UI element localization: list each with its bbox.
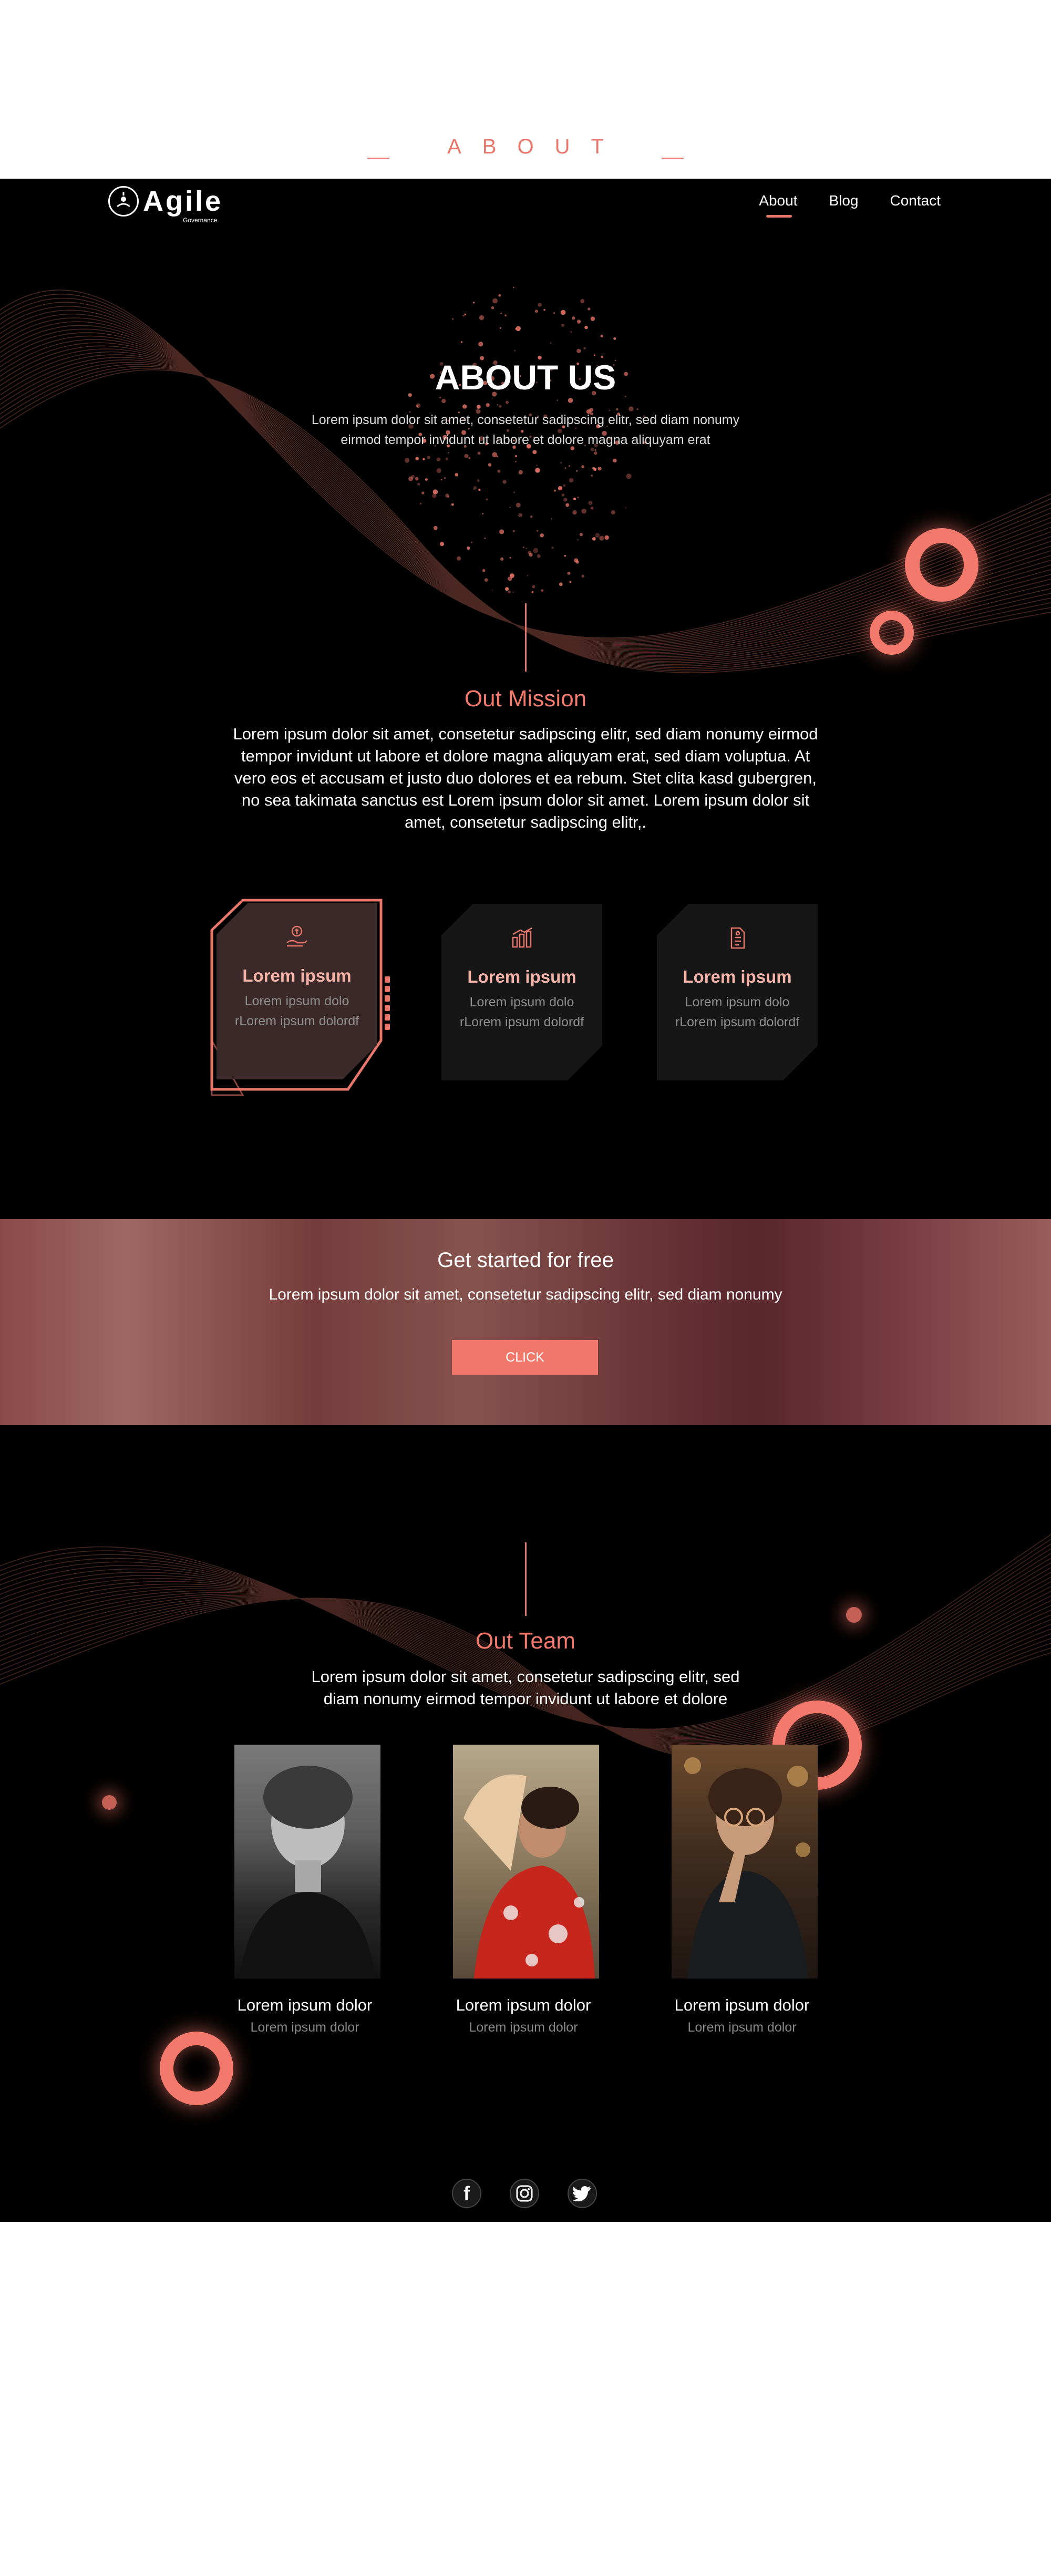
glow-dot-decoration <box>846 1607 862 1623</box>
hero-text: Lorem ipsum dolor sit amet, consetetur s… <box>311 413 740 447</box>
card-title: Lorem ipsum <box>683 967 792 986</box>
divider-line <box>525 603 527 672</box>
hero-title: ABOUT US <box>435 358 616 397</box>
feature-card[interactable]: Lorem ipsum Lorem ipsum dolo rLorem ipsum… <box>441 904 602 1080</box>
nav-link-contact[interactable]: Contact <box>890 192 941 209</box>
team-member-photo <box>234 1745 380 1979</box>
logo-mark-icon <box>108 186 139 217</box>
brand-logo[interactable]: Agile Governance <box>108 185 223 224</box>
cta-click-button[interactable]: CLICK <box>452 1340 598 1375</box>
team-title: Out Team <box>476 1628 575 1654</box>
instagram-link[interactable] <box>510 2179 539 2208</box>
ring-decoration <box>870 611 914 655</box>
cta-text: Lorem ipsum dolor sit amet, consetetur s… <box>269 1286 782 1303</box>
mission-text: Lorem ipsum dolor sit amet, consetetur s… <box>233 725 818 831</box>
ring-decoration <box>160 2032 233 2105</box>
glow-dot-decoration <box>102 1795 117 1810</box>
team-member-name: Lorem ipsum dolor <box>237 1996 373 2014</box>
team-member-role: Lorem ipsum dolor <box>250 2020 359 2035</box>
facebook-link[interactable]: f <box>452 2179 481 2208</box>
ring-decoration <box>905 528 978 602</box>
cta-title: Get started for free <box>437 1249 614 1272</box>
team-member-photo <box>672 1745 818 1979</box>
section-header-label: ABOUT <box>447 135 625 158</box>
team-member-role: Lorem ipsum dolor <box>469 2020 578 2035</box>
card-text: Lorem ipsum dolo rLorem ipsum dolordf <box>675 995 800 1029</box>
team-member-photo <box>453 1745 599 1979</box>
nav-link-blog[interactable]: Blog <box>829 192 858 209</box>
feature-card[interactable]: Lorem ipsum Lorem ipsum dolo rLorem ipsum… <box>217 903 377 1079</box>
team-member-role: Lorem ipsum dolor <box>687 2020 797 2035</box>
instagram-icon <box>516 2185 533 2202</box>
cta-banner: Get started for free Lorem ipsum dolor s… <box>0 1219 1051 1425</box>
nav-links: About Blog Contact <box>727 192 941 218</box>
about-page: Agile Governance About Blog Contact ABOU… <box>0 179 1051 2222</box>
bar-chart-icon <box>441 925 602 951</box>
document-icon <box>657 925 818 951</box>
navbar: Agile Governance About Blog Contact <box>0 179 1051 229</box>
card-title: Lorem ipsum <box>242 966 352 985</box>
header-dash-right <box>661 158 684 159</box>
card-text: Lorem ipsum dolo rLorem ipsum dolordf <box>459 995 584 1029</box>
brand-name: Agile <box>143 186 223 217</box>
feature-card[interactable]: Lorem ipsum Lorem ipsum dolo rLorem ipsum… <box>657 904 818 1080</box>
team-member-name: Lorem ipsum dolor <box>674 1996 810 2014</box>
divider-line <box>525 1542 527 1616</box>
team-text: Lorem ipsum dolor sit amet, consetetur s… <box>311 1667 740 1708</box>
twitter-link[interactable] <box>568 2179 597 2208</box>
card-title: Lorem ipsum <box>467 967 576 986</box>
hand-coin-icon <box>217 924 377 950</box>
team-member-name: Lorem ipsum dolor <box>456 1996 591 2014</box>
mission-title: Out Mission <box>464 686 587 712</box>
facebook-icon: f <box>463 2182 470 2204</box>
card-text: Lorem ipsum dolo rLorem ipsum dolordf <box>234 994 359 1028</box>
section-header: ABOUT <box>0 0 1051 179</box>
header-dash-left <box>367 158 390 159</box>
nav-link-about[interactable]: About <box>759 192 797 218</box>
twitter-icon <box>573 2186 591 2201</box>
brand-tagline: Governance <box>183 217 218 224</box>
